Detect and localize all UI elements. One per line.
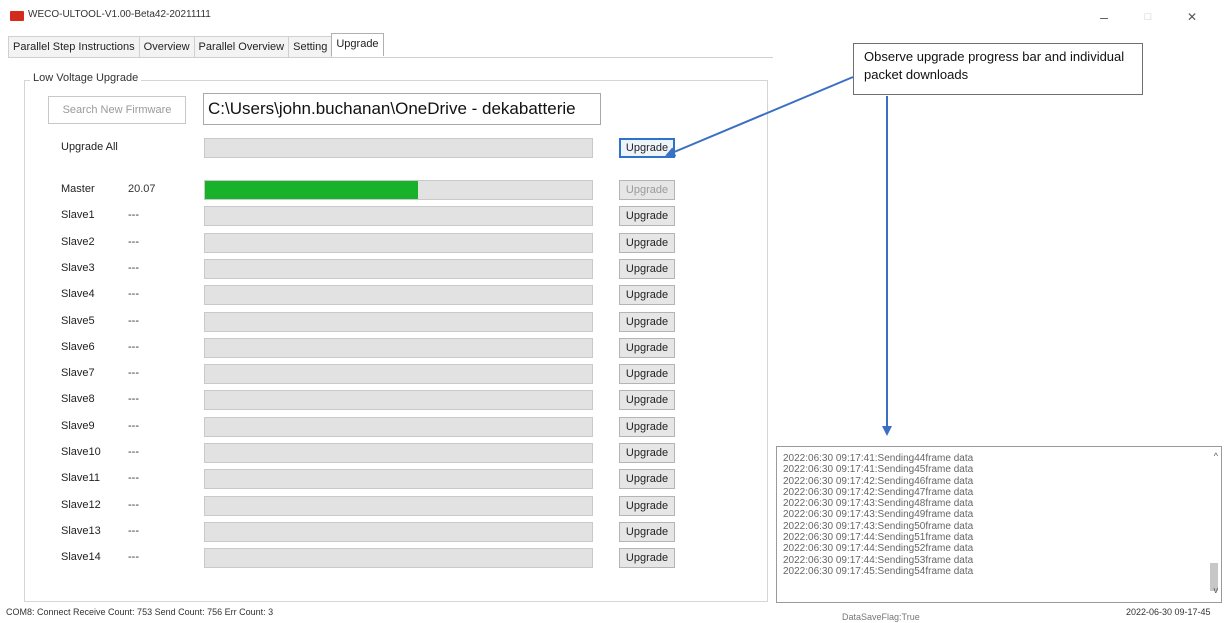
- log-lines: 2022:06:30 09:17:41:Sending44frame data 2…: [783, 453, 973, 577]
- status-connection: COM8: Connect Receive Count: 753 Send Co…: [6, 607, 274, 617]
- log-line: 2022:06:30 09:17:42:Sending47frame data: [783, 486, 974, 498]
- arrow-to-upgrade-button: [665, 76, 854, 157]
- scroll-down-icon[interactable]: v: [1214, 585, 1219, 595]
- log-console[interactable]: 2022:06:30 09:17:41:Sending44frame data 2…: [776, 446, 1222, 603]
- log-line: 2022:06:30 09:17:41:Sending45frame data: [783, 464, 974, 476]
- log-line: 2022:06:30 09:17:44:Sending52frame data: [783, 543, 974, 555]
- log-line: 2022:06:30 09:17:43:Sending50frame data: [783, 520, 974, 532]
- status-data-save-flag: DataSaveFlag:True: [842, 612, 920, 622]
- scroll-up-icon[interactable]: ^: [1214, 451, 1218, 461]
- log-line: 2022:06:30 09:17:44:Sending53frame data: [783, 554, 974, 566]
- log-line: 2022:06:30 09:17:43:Sending49frame data: [783, 509, 974, 521]
- log-scrollbar[interactable]: ^ v: [1207, 447, 1221, 602]
- log-line: 2022:06:30 09:17:41:Sending44frame data: [783, 453, 974, 464]
- log-line: 2022:06:30 09:17:42:Sending46frame data: [783, 475, 974, 487]
- log-line: 2022:06:30 09:17:45:Sending54frame data: [783, 565, 974, 577]
- status-timestamp: 2022-06-30 09-17-45: [1126, 607, 1211, 617]
- log-line: 2022:06:30 09:17:44:Sending51frame data: [783, 532, 974, 544]
- log-line: 2022:06:30 09:17:43:Sending48frame data: [783, 498, 974, 510]
